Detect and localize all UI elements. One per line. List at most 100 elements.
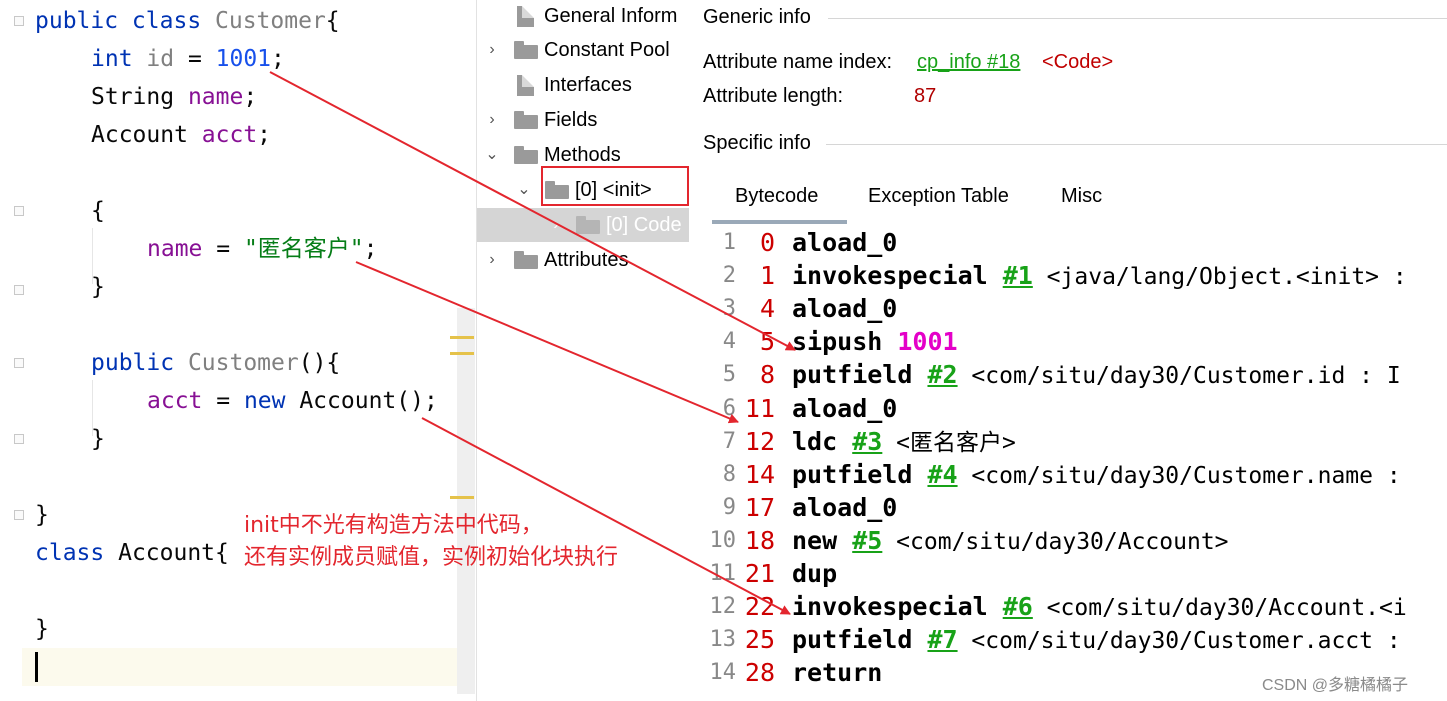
code-line-1: public class Customer{	[35, 8, 340, 34]
line-number: 5	[722, 362, 736, 388]
constant-pool-ref-link[interactable]: #7	[927, 625, 957, 654]
code-line-6: name = "匿名客户";	[147, 236, 378, 262]
operand-descriptor: <com/situ/day30/Account.<i	[1032, 595, 1407, 622]
fold-marker[interactable]	[14, 285, 24, 295]
tree-item-code[interactable]: › [0] Code	[477, 210, 689, 240]
section-title-generic: Generic info	[703, 6, 811, 28]
tree-item-general-info[interactable]: General Inform	[477, 1, 689, 31]
opcode: aload_0	[792, 393, 898, 423]
constant-pool-ref-link[interactable]: #1	[1003, 261, 1033, 290]
folder-icon	[514, 251, 538, 269]
opcode: new	[792, 525, 853, 555]
code-line-2: int id = 1001;	[91, 46, 285, 72]
bytecode-offset: 21	[744, 559, 775, 588]
code-line-5: {	[91, 198, 105, 224]
bytecode-offset: 17	[744, 492, 775, 522]
operand-descriptor: <java/lang/Object.<init> :	[1032, 264, 1407, 291]
annotation-line-2: 还有实例成员赋值，实例初始化块执行	[244, 545, 619, 570]
bytecode-offset: 25	[744, 625, 775, 655]
opcode: aload_0	[792, 294, 898, 324]
chevron-right-icon[interactable]: ›	[483, 35, 501, 65]
chevron-right-icon[interactable]: ›	[547, 210, 565, 240]
line-number: 4	[722, 329, 736, 355]
opcode: aload_0	[792, 492, 898, 522]
line-number: 11	[709, 561, 737, 586]
highlight-mark[interactable]	[450, 352, 474, 355]
opcode: putfield	[792, 360, 928, 390]
tree-item-fields[interactable]: › Fields	[477, 105, 689, 135]
bytecode-offset: 5	[759, 327, 775, 357]
fold-marker[interactable]	[14, 358, 24, 368]
fold-marker[interactable]	[14, 434, 24, 444]
line-number: 6	[722, 395, 736, 421]
fold-marker[interactable]	[14, 206, 24, 216]
highlight-mark[interactable]	[450, 496, 474, 499]
text-caret	[35, 652, 38, 682]
tab-misc[interactable]: Misc	[1061, 185, 1102, 208]
opcode: aload_0	[792, 228, 898, 257]
folder-icon	[514, 41, 538, 59]
chevron-down-icon[interactable]: ⌄	[515, 175, 533, 205]
tree-item-attributes[interactable]: › Attributes	[477, 245, 689, 275]
bytecode-instruction: aload_0	[792, 392, 897, 425]
tree-item-constant-pool[interactable]: › Constant Pool	[477, 35, 689, 65]
bytecode-offset: 4	[759, 294, 775, 324]
code-line-13: }	[35, 616, 49, 642]
code-editor[interactable]: public class Customer{ int id = 1001; St…	[0, 0, 475, 701]
line-number: 2	[722, 263, 736, 289]
bytecode-offset: 1	[759, 261, 775, 291]
line-number: 1	[722, 230, 736, 255]
code-line-3: String name;	[91, 84, 258, 110]
highlight-mark[interactable]	[450, 336, 474, 339]
bytecode-instruction: putfield #4 <com/situ/day30/Customer.nam…	[792, 458, 1401, 493]
file-icon	[517, 75, 534, 96]
line-number: 13	[709, 627, 737, 653]
constant-pool-ref-link[interactable]: #4	[927, 460, 957, 489]
constant-pool-ref-link[interactable]: #3	[852, 427, 882, 456]
opcode: dup	[792, 559, 838, 588]
tab-exception-table[interactable]: Exception Table	[868, 185, 1009, 208]
tab-bytecode[interactable]: Bytecode	[735, 185, 818, 208]
chevron-right-icon[interactable]: ›	[483, 245, 501, 275]
opcode: invokespecial	[792, 592, 1003, 622]
bytecode-offset: 0	[759, 228, 775, 257]
annotation-note: init中不光有构造方法中代码， 还有实例成员赋值，实例初始化块执行	[244, 510, 618, 574]
bytecode-instruction: aload_0	[792, 292, 897, 325]
immediate-value: 1001	[897, 327, 958, 357]
editor-gutter	[0, 0, 22, 701]
code-line-9: acct = new Account();	[147, 388, 438, 414]
constant-pool-ref-link[interactable]: #6	[1003, 592, 1033, 621]
editor-scrollbar[interactable]	[457, 308, 475, 694]
opcode: putfield	[792, 625, 928, 655]
operand-descriptor: <com/situ/day30/Account>	[882, 528, 1229, 555]
opcode: return	[792, 658, 883, 688]
bytecode-instruction: putfield #2 <com/situ/day30/Customer.id …	[792, 358, 1401, 393]
file-icon	[517, 6, 534, 27]
highlight-box	[541, 166, 689, 206]
tree-item-interfaces[interactable]: Interfaces	[477, 70, 689, 100]
cp-info-link[interactable]: cp_info #18	[917, 51, 1020, 74]
chevron-right-icon[interactable]: ›	[483, 105, 501, 135]
constant-pool-ref-link[interactable]: #5	[852, 526, 882, 555]
code-line-8: public Customer(){	[91, 350, 341, 376]
line-number: 8	[722, 461, 736, 487]
operand-descriptor: <匿名客户>	[882, 429, 1016, 456]
constant-pool-ref-link[interactable]: #2	[927, 360, 957, 389]
line-number: 9	[722, 494, 736, 520]
opcode: ldc	[792, 426, 853, 456]
attr-name-label: Attribute name index:	[703, 51, 892, 73]
bytecode-offset: 12	[744, 426, 775, 456]
code-line-10: }	[91, 426, 105, 452]
operand-descriptor: <com/situ/day30/Customer.acct :	[957, 628, 1401, 655]
fold-marker[interactable]	[14, 510, 24, 520]
code-line-7: }	[91, 274, 105, 300]
bytecode-offset: 22	[744, 592, 775, 622]
chevron-down-icon[interactable]: ⌄	[483, 140, 501, 170]
operand-descriptor: <com/situ/day30/Customer.id : I	[957, 363, 1401, 390]
active-tab-indicator	[712, 220, 847, 224]
class-structure-tree[interactable]: General Inform › Constant Pool Interface…	[476, 0, 689, 701]
fold-marker[interactable]	[14, 16, 24, 26]
bytecode-instruction: aload_0	[792, 226, 897, 259]
opcode: putfield	[792, 459, 928, 489]
bytecode-listing[interactable]: 1 0 aload_0 2 1 invokespecial #1 <java/lang/O…	[704, 226, 1447, 701]
